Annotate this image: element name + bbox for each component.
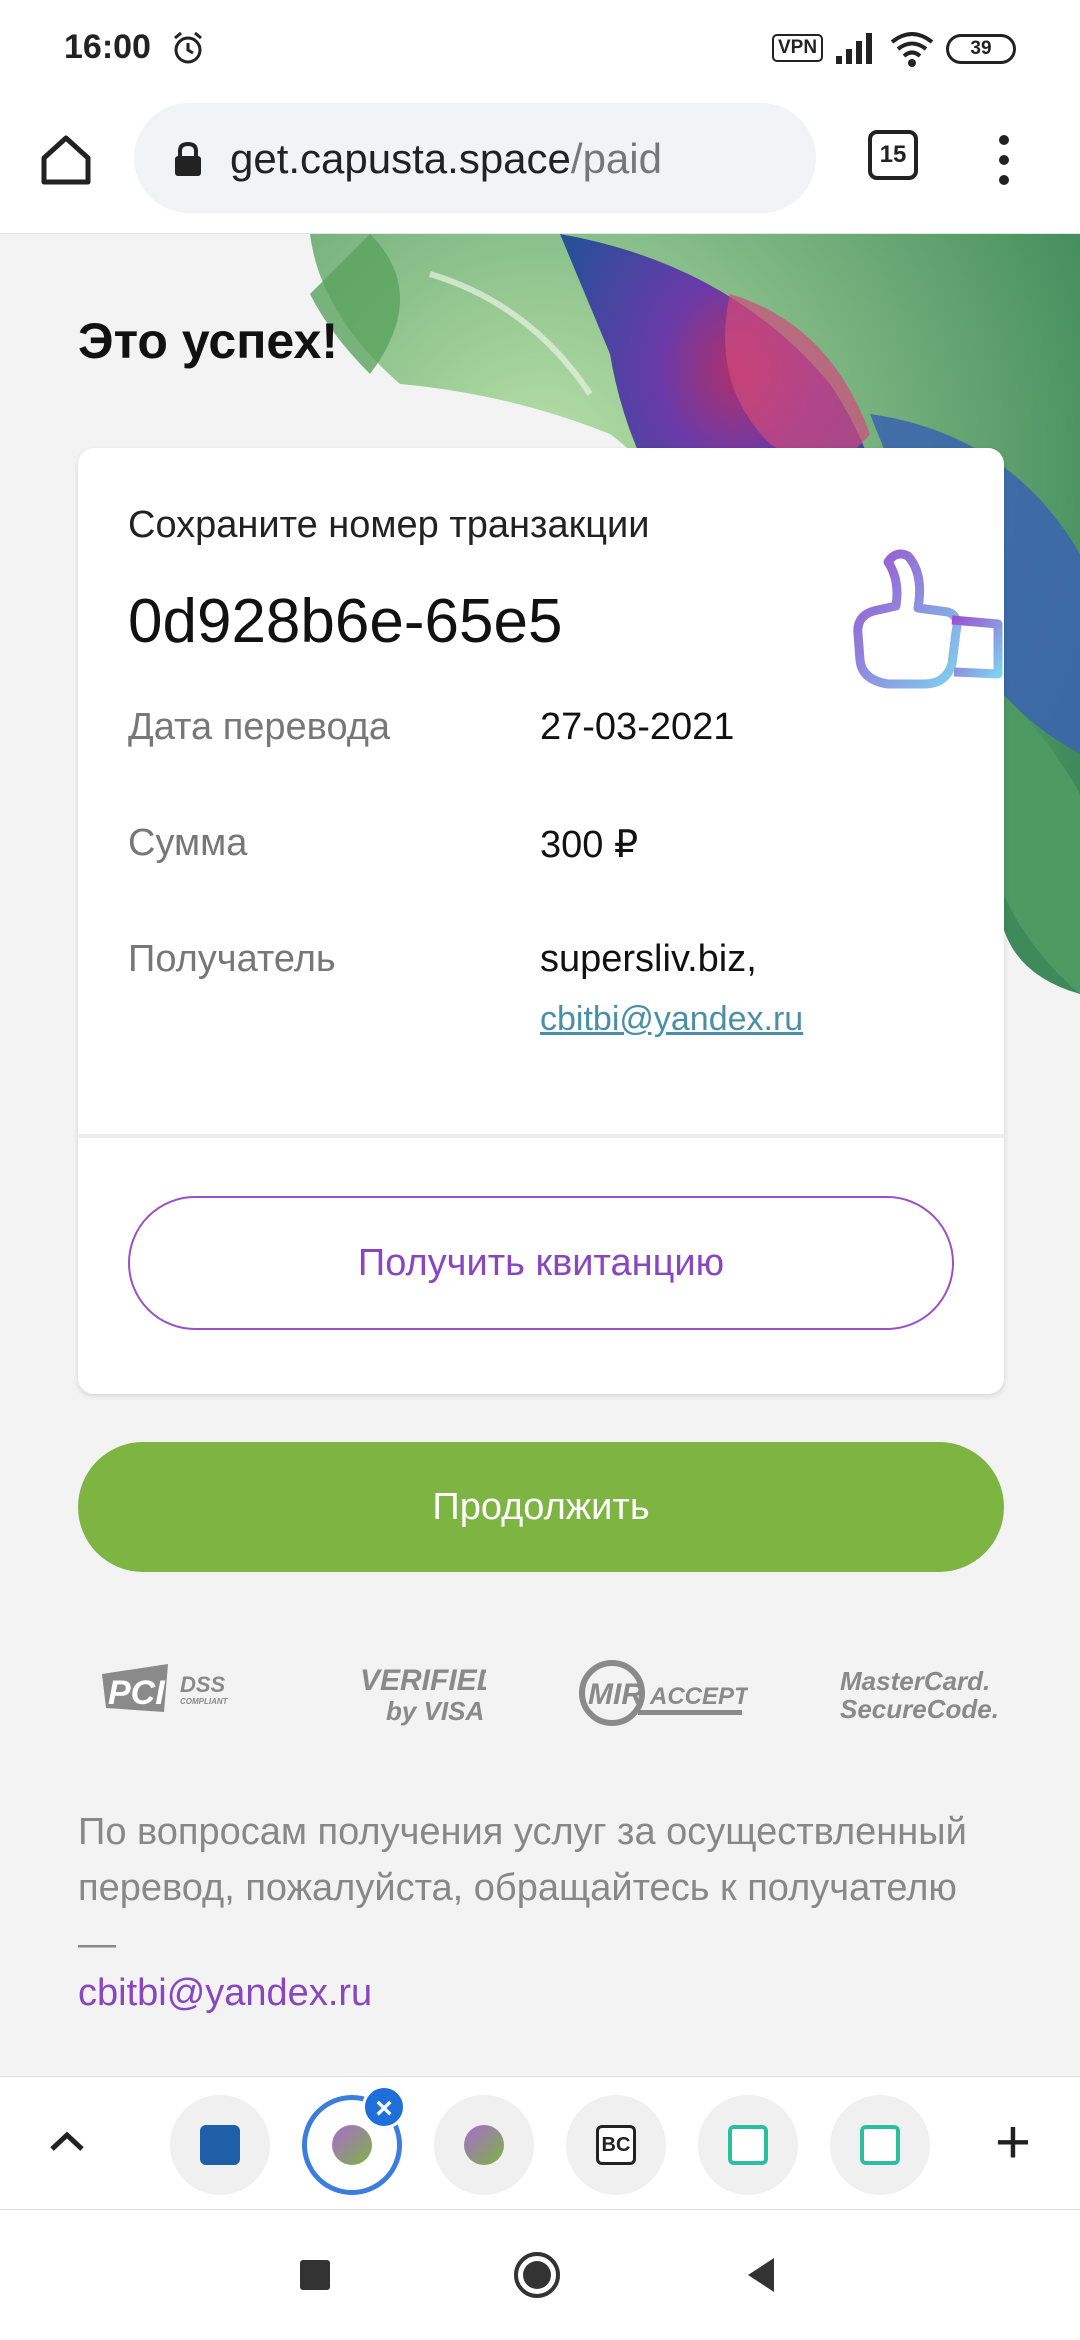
thumbs-up-icon	[853, 549, 1003, 689]
get-receipt-button[interactable]: Получить квитанцию	[128, 1196, 954, 1330]
status-time: 16:00	[64, 28, 151, 66]
close-tab-icon[interactable]: ×	[362, 2085, 406, 2129]
tab-strip: × BC +	[0, 2076, 1080, 2210]
tab-thumbnail[interactable]	[170, 2095, 270, 2195]
tab-switcher-button[interactable]: 15	[868, 130, 918, 180]
recents-icon[interactable]	[290, 2250, 340, 2300]
address-bar[interactable]: get.capusta.space/paid	[134, 103, 816, 213]
recipient-value: supersliv.biz,	[540, 938, 757, 980]
continue-button[interactable]: Продолжить	[78, 1442, 1004, 1572]
back-icon[interactable]	[736, 2250, 786, 2300]
card-divider	[78, 1134, 1004, 1138]
signal-icon	[836, 33, 872, 64]
more-menu-icon[interactable]	[986, 130, 1022, 190]
amount-label: Сумма	[128, 822, 248, 864]
pci-text: PCI	[108, 1674, 166, 1712]
visa-line2: by VISA	[386, 1696, 484, 1726]
page-title: Это успех!	[78, 313, 339, 369]
save-transaction-label: Сохраните номер транзакции	[128, 504, 650, 546]
footer-info-text: По вопросам получения услуг за осуществл…	[78, 1811, 967, 1965]
date-label: Дата перевода	[128, 706, 391, 748]
transaction-id: 0d928b6e-65e5	[128, 587, 563, 656]
footer-email-link[interactable]: cbitbi@yandex.ru	[78, 1972, 372, 2015]
home-icon[interactable]	[36, 130, 96, 190]
capusta-favicon-icon	[464, 2125, 504, 2165]
verified-by-visa-logo: VERIFIED by VISA	[360, 1664, 486, 1726]
home-nav-icon[interactable]	[512, 2250, 562, 2300]
mir-accept-logo: MIR ACCEPT	[579, 1660, 748, 1726]
vpn-indicator: VPN	[772, 34, 824, 62]
date-value: 27-03-2021	[540, 706, 735, 748]
page-content: Это успех! Сохраните номер транзакции 0d…	[0, 234, 1080, 2074]
pci-dss-text: DSS	[180, 1672, 226, 1697]
pci-dss-logo: PCI DSS COMPLIANT	[102, 1664, 229, 1712]
recipient-label: Получатель	[128, 938, 336, 980]
xenforo-favicon-icon	[200, 2125, 240, 2165]
chevron-up-icon[interactable]	[42, 2117, 92, 2167]
transaction-card: Сохраните номер транзакции 0d928b6e-65e5…	[78, 448, 1004, 1394]
amount-value: 300 ₽	[540, 824, 639, 866]
mc-line1: MasterCard.	[840, 1666, 990, 1696]
capusta-favicon-icon	[332, 2125, 372, 2165]
new-tab-icon[interactable]: +	[988, 2112, 1038, 2175]
url-text: get.capusta.space/paid	[230, 135, 662, 183]
battery-icon: 39	[946, 34, 1016, 64]
url-host: get.capusta.space	[230, 135, 571, 182]
tab-thumbnail[interactable]	[434, 2095, 534, 2195]
bc-favicon-icon: BC	[596, 2125, 636, 2165]
s-favicon-icon	[728, 2125, 768, 2165]
browser-toolbar: get.capusta.space/paid 15	[0, 100, 1080, 234]
recipient-email-link[interactable]: cbitbi@yandex.ru	[540, 1000, 803, 1039]
tab-thumbnail[interactable]	[698, 2095, 798, 2195]
mc-line2: SecureCode.	[840, 1694, 999, 1724]
tab-thumbnail[interactable]: BC	[566, 2095, 666, 2195]
visa-line1: VERIFIED	[360, 1664, 486, 1697]
tab-thumbnail[interactable]	[830, 2095, 930, 2195]
wifi-icon	[890, 32, 934, 67]
pci-compliant-text: COMPLIANT	[180, 1697, 229, 1706]
status-bar: 16:00 VPN 39	[0, 0, 1080, 100]
url-path: /paid	[570, 135, 662, 182]
payment-logos: PCI DSS COMPLIANT VERIFIED by VISA MIR A…	[78, 1648, 1004, 1738]
mastercard-securecode-logo: MasterCard. SecureCode.	[840, 1666, 999, 1724]
mir-accept-text: ACCEPT	[649, 1683, 748, 1710]
mir-text: MIR	[588, 1678, 643, 1711]
system-nav-bar	[0, 2210, 1080, 2340]
s-favicon-icon	[860, 2125, 900, 2165]
alarm-icon	[174, 31, 202, 64]
lock-icon	[175, 141, 201, 176]
